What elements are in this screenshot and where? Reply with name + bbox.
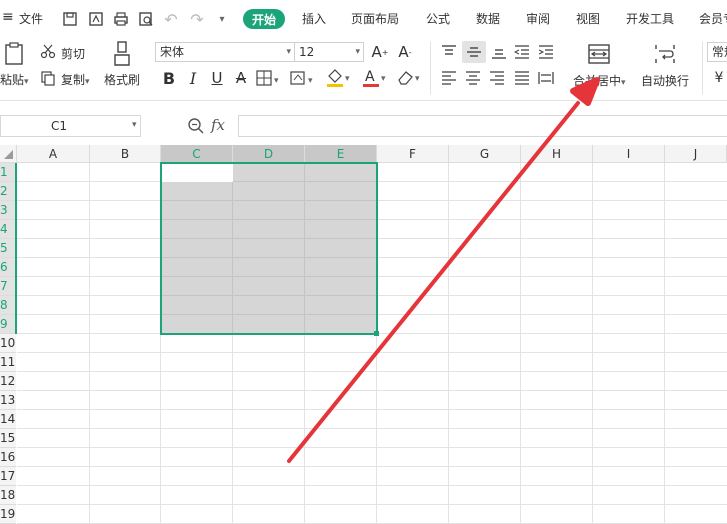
annotation-arrow xyxy=(287,77,600,463)
